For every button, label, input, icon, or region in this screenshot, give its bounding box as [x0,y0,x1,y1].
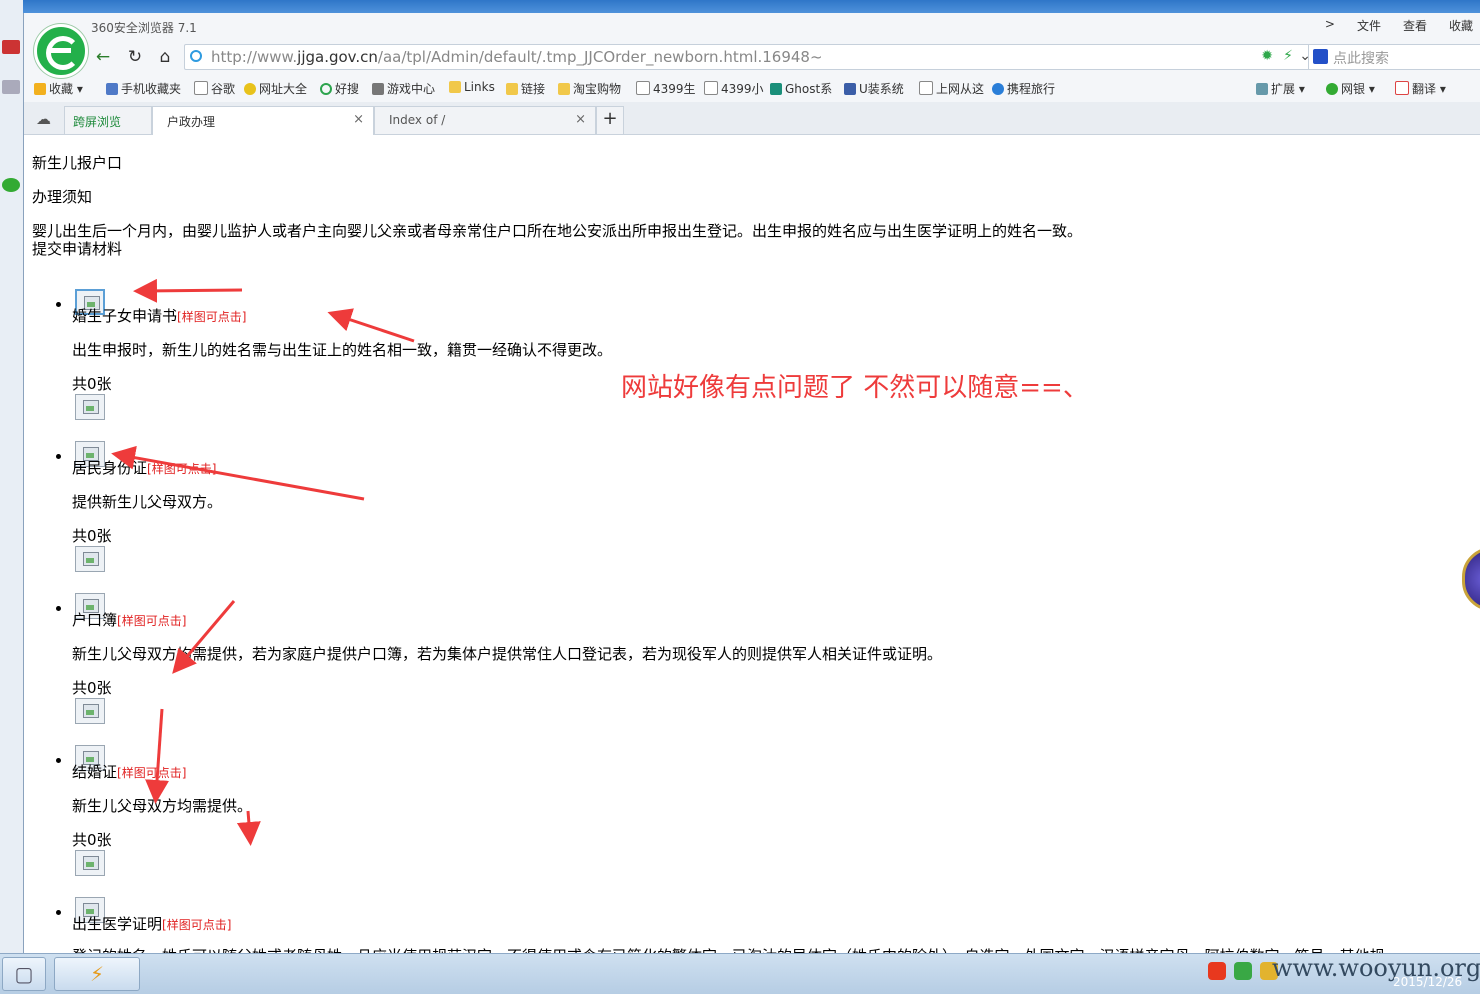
bookmark-ghost[interactable]: Ghost系 [770,80,832,97]
tab-huzheng[interactable]: 户政办理 × [152,106,374,135]
background-app-icon [2,80,20,94]
bookmark-4399-b[interactable]: 4399小 [704,80,764,97]
security-shield-icon[interactable]: ✹ [1261,48,1273,64]
bookmark-favorites[interactable]: 收藏 ▾ [34,80,83,97]
system-tray [1208,962,1278,980]
bookmark-bank[interactable]: 网银 ▾ [1326,80,1375,97]
security-icon[interactable] [1234,962,1252,980]
bookmark-games[interactable]: 游戏中心 [372,80,435,97]
sogou-icon[interactable] [1208,962,1226,980]
taskbar-app-button[interactable]: ⚡ [54,957,140,991]
close-icon[interactable]: × [575,112,586,127]
new-tab-button[interactable]: + [596,106,624,134]
cloud-icon[interactable]: ☁ [36,110,51,128]
top-menu: > 文件 查看 收藏 [1325,17,1473,34]
menu-favorites[interactable]: 收藏 [1449,17,1473,34]
browser-logo[interactable] [34,24,88,78]
bookmark-shangwang[interactable]: 上网从这 [919,80,984,97]
title-bar: 360安全浏览器 7.1 > 文件 查看 收藏 [24,13,1480,39]
baidu-paw-icon[interactable] [1313,49,1328,64]
bookmark-uzhuang[interactable]: U装系统 [844,80,904,97]
bookmark-sites[interactable]: 网址大全 [244,80,307,97]
background-window-strip [0,0,1480,13]
menu-view[interactable]: 查看 [1403,17,1427,34]
window-title: 360安全浏览器 7.1 [91,21,197,35]
start-button[interactable]: ▢ [2,957,46,991]
bookmark-ctrip[interactable]: 携程旅行 [992,80,1055,97]
annotation-arrows [111,278,415,846]
bookmark-translate[interactable]: 翻译 ▾ [1395,80,1446,97]
red-arrow [145,708,170,804]
red-arrow [111,445,365,501]
background-window-edge [0,0,23,993]
red-arrow [133,278,243,303]
bookmarks-bar: 收藏 ▾ 手机收藏夹 谷歌 网址大全 好搜 游戏中心 Links 链接 淘宝购物… [24,74,1480,102]
back-arrow-icon[interactable]: ← [92,46,114,68]
url-text[interactable]: http://www.jjga.gov.cn/aa/tpl/Admin/defa… [211,48,823,66]
search-placeholder: 点此搜索 [1333,51,1389,67]
address-row: ← ↻ ⌂ http://www.jjga.gov.cn/aa/tpl/Admi… [24,39,1480,75]
home-icon[interactable]: ⌂ [154,46,176,68]
page-content: 新生儿报户口 办理须知 婴儿出生后一个月内，由婴儿监护人或者户主向婴儿父亲或者母… [24,135,1480,953]
background-app-icon [2,40,20,54]
red-arrow [172,600,236,674]
search-box[interactable]: 点此搜索 [1308,44,1480,70]
red-arrow [327,308,415,343]
tab-index[interactable]: Index of / × [374,106,596,134]
bookmark-extensions[interactable]: 扩展 ▾ [1256,80,1305,97]
site-globe-icon [190,50,202,62]
bookmark-google[interactable]: 谷歌 [194,80,235,97]
bookmark-4399-a[interactable]: 4399生 [636,80,696,97]
menu-file[interactable]: 文件 [1357,17,1381,34]
close-icon[interactable]: × [353,112,364,127]
bookmark-mobile[interactable]: 手机收藏夹 [106,80,181,97]
tab-strip: ☁ 跨屏浏览 户政办理 × Index of / × + [24,102,1480,135]
bookmark-haosou[interactable]: 好搜 [320,80,359,97]
speed-lightning-icon[interactable]: ⚡ [1283,48,1293,64]
bookmark-taobao[interactable]: 淘宝购物 [558,80,621,97]
browser-window: 360安全浏览器 7.1 > 文件 查看 收藏 ← ↻ ⌂ http://www… [23,13,1480,953]
background-app-icon [2,178,20,192]
clock-date[interactable]: 2015/12/26 [1393,975,1462,989]
menu-chevron[interactable]: > [1325,17,1335,34]
bookmark-links[interactable]: Links [449,80,495,94]
address-bar[interactable]: http://www.jjga.gov.cn/aa/tpl/Admin/defa… [184,44,1316,70]
red-arrow [236,810,261,846]
tab-cross-screen[interactable]: 跨屏浏览 [64,106,152,134]
taskbar: ▢ ⚡ www.wooyun.org 2015/12/26 [0,953,1480,994]
refresh-icon[interactable]: ↻ [124,46,146,68]
bookmark-lianjie[interactable]: 链接 [506,80,545,97]
